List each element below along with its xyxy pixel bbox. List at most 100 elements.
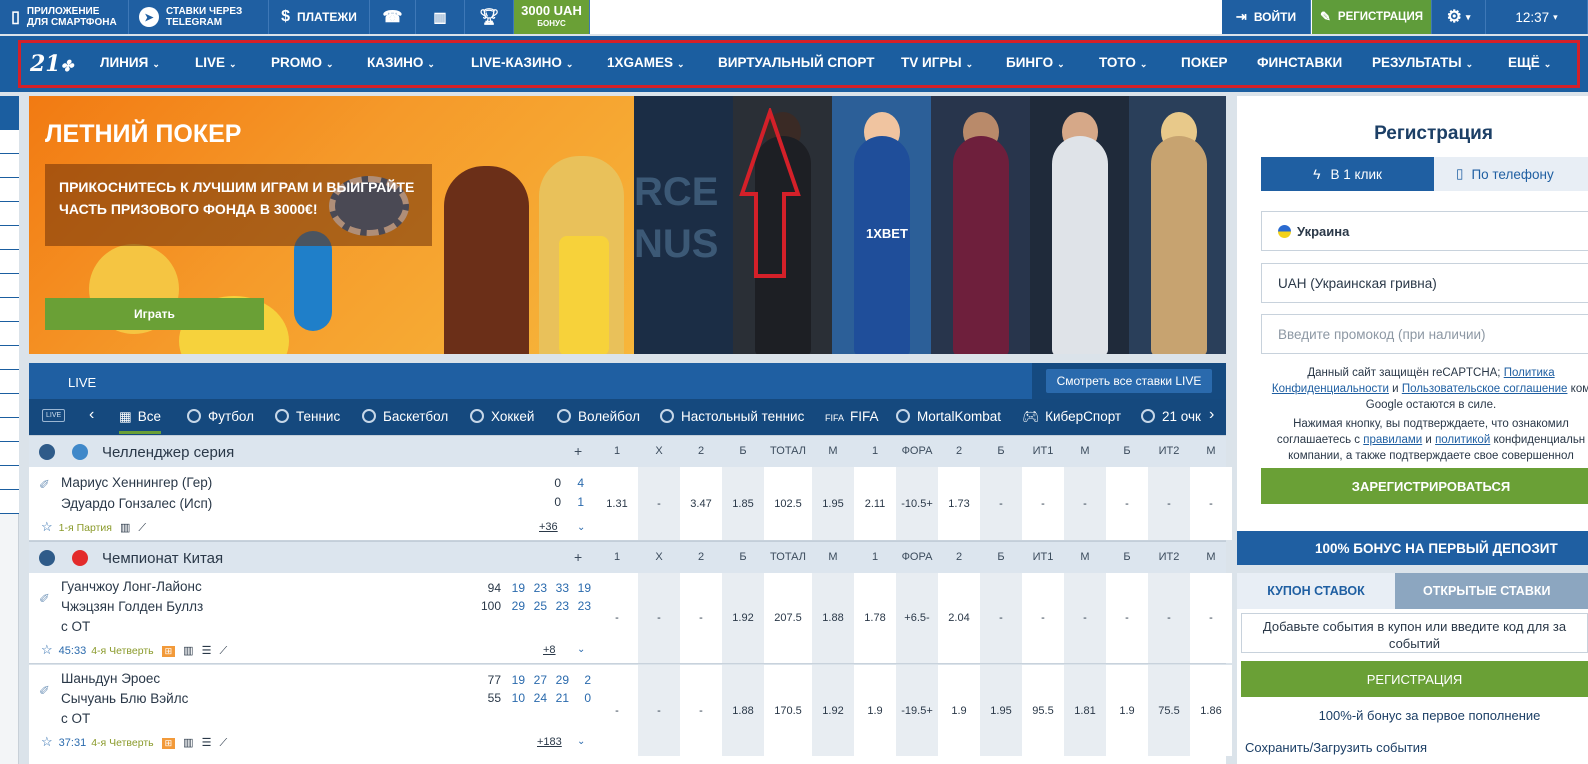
- championship-header[interactable]: Челленджер серия + 1 X 2 Б ТОТАЛ М 1 ФОР…: [29, 435, 1226, 467]
- nav-item-poker[interactable]: Покер: [1181, 55, 1227, 70]
- list-icon[interactable]: ☰: [202, 644, 212, 657]
- odd-cell[interactable]: -10.5+: [896, 467, 938, 540]
- field-icon[interactable]: ⊞: [161, 646, 176, 657]
- nav-item-fin-bets[interactable]: Финставки: [1257, 55, 1342, 70]
- trophy-button[interactable]: 🏆︎: [465, 0, 514, 34]
- odd-cell[interactable]: 1.86: [1190, 665, 1232, 756]
- odd-cell[interactable]: -: [980, 467, 1022, 540]
- stats-icon[interactable]: ▥: [120, 521, 130, 534]
- play-button[interactable]: Играть: [45, 298, 264, 330]
- rail-item[interactable]: [0, 370, 19, 394]
- odd-cell[interactable]: 1.88: [812, 573, 854, 663]
- chart-icon[interactable]: ⟋: [219, 645, 227, 658]
- odd-cell[interactable]: -: [1148, 467, 1190, 540]
- odd-cell[interactable]: 1.81: [1064, 665, 1106, 756]
- nav-item-results[interactable]: Результаты ⌄: [1372, 55, 1473, 70]
- chart-icon[interactable]: ⟋: [138, 522, 146, 535]
- country-select[interactable]: Украина: [1261, 211, 1588, 251]
- odd-cell[interactable]: 1.9: [854, 665, 896, 756]
- privacy-policy-link[interactable]: Политика: [1504, 367, 1555, 379]
- odd-cell[interactable]: -: [1064, 573, 1106, 663]
- nav-item-bingo[interactable]: Бинго ⌄: [1006, 55, 1065, 70]
- rail-item[interactable]: [0, 394, 19, 418]
- odd-cell[interactable]: 1.88: [722, 665, 764, 756]
- app-download-button[interactable]: ▯ Приложение для смартфона: [0, 0, 129, 34]
- odd-cell[interactable]: -: [596, 665, 638, 756]
- rail-item[interactable]: [0, 274, 19, 298]
- pin-icon[interactable]: ✐: [39, 683, 51, 698]
- odd-cell[interactable]: 1.78: [854, 573, 896, 663]
- payments-button[interactable]: $ Платежи: [269, 0, 370, 34]
- banner-thumb-football[interactable]: [931, 96, 1030, 354]
- odd-cell[interactable]: -: [1022, 573, 1064, 663]
- nav-item-live[interactable]: Live ⌄: [195, 55, 237, 70]
- sport-tab-volleyball[interactable]: Волейбол: [557, 409, 640, 424]
- rules-link[interactable]: правилами: [1363, 434, 1422, 446]
- tab-by-phone[interactable]: ▯ По телефону: [1434, 157, 1588, 191]
- odd-cell[interactable]: -: [980, 573, 1022, 663]
- more-bets-link[interactable]: +36: [539, 521, 558, 533]
- field-icon[interactable]: ⊞: [161, 738, 176, 749]
- match-row[interactable]: ✐ Гуанчжоу Лонг-Лайонс Чжэцзян Голден Бу…: [29, 573, 1232, 664]
- odd-cell[interactable]: 102.5: [764, 467, 812, 540]
- site-logo[interactable]: 21✤: [30, 51, 73, 77]
- rail-item[interactable]: [0, 418, 19, 442]
- submit-registration-button[interactable]: Зарегистрироваться: [1261, 468, 1588, 504]
- sport-tab-all[interactable]: ▦ Все: [119, 409, 162, 434]
- sport-tab-esports[interactable]: 🎮︎ КиберСпорт: [1022, 409, 1121, 425]
- list-icon[interactable]: ☰: [202, 736, 212, 749]
- phone-button[interactable]: ☎: [370, 0, 416, 34]
- nav-item-live-casino[interactable]: Live-казино ⌄: [471, 55, 573, 70]
- odd-cell[interactable]: 75.5: [1148, 665, 1190, 756]
- privacy-link[interactable]: Конфиденциальности: [1272, 383, 1389, 395]
- odd-cell[interactable]: 1.9: [1106, 665, 1148, 756]
- nav-item-virtual-sport[interactable]: Виртуальный спорт: [718, 55, 874, 70]
- scroll-right-icon[interactable]: ›: [1209, 406, 1214, 424]
- currency-select[interactable]: UAH (Украинская гривна): [1261, 263, 1588, 303]
- odd-cell[interactable]: 1.92: [812, 665, 854, 756]
- pin-icon[interactable]: ✐: [39, 477, 51, 492]
- nav-item-line[interactable]: Линия ⌄: [100, 55, 160, 70]
- banner-thumb-bonus[interactable]: RCE NUS: [634, 96, 733, 354]
- nav-item-more[interactable]: Ещё ⌄: [1508, 55, 1551, 70]
- rail-item[interactable]: [0, 250, 19, 274]
- odd-cell[interactable]: 207.5: [764, 573, 812, 663]
- tab-bet-slip[interactable]: Купон ставок: [1237, 573, 1395, 609]
- pin-icon[interactable]: ✐: [39, 591, 51, 606]
- sport-tab-fifa[interactable]: FIFA FIFA: [825, 409, 879, 424]
- nav-item-casino[interactable]: Казино ⌄: [367, 55, 435, 70]
- odd-cell[interactable]: 3.47: [680, 467, 722, 540]
- odd-cell[interactable]: -: [680, 573, 722, 663]
- scroll-left-icon[interactable]: ‹: [89, 406, 94, 424]
- sport-tab-basketball[interactable]: Баскетбол: [362, 409, 448, 424]
- odd-cell[interactable]: -: [638, 467, 680, 540]
- banner-thumb-esports[interactable]: [1030, 96, 1129, 354]
- clock-button[interactable]: 12:37 ▾: [1486, 0, 1588, 34]
- star-icon[interactable]: ☆: [41, 519, 53, 534]
- coupon-register-button[interactable]: Регистрация: [1241, 661, 1588, 697]
- odd-cell[interactable]: 1.85: [722, 467, 764, 540]
- rail-item[interactable]: [0, 226, 19, 250]
- more-bets-link[interactable]: +183: [537, 736, 562, 748]
- settings-button[interactable]: ⚙ ▾: [1432, 0, 1486, 34]
- sport-tab-football[interactable]: Футбол: [187, 409, 254, 424]
- odd-cell[interactable]: 1.9: [938, 665, 980, 756]
- nav-item-promo[interactable]: Promo ⌄: [271, 55, 334, 70]
- odd-cell[interactable]: -: [1190, 573, 1232, 663]
- promo-banner[interactable]: Летний покер Прикоснитесь к лучшим играм…: [29, 96, 634, 354]
- banner-thumb-blonde[interactable]: [1129, 96, 1226, 354]
- nav-item-1xgames[interactable]: 1xGames ⌄: [607, 55, 685, 70]
- rail-item[interactable]: [0, 298, 19, 322]
- odd-cell[interactable]: -: [1106, 573, 1148, 663]
- stats-icon[interactable]: ▥: [183, 736, 193, 749]
- see-all-live-button[interactable]: Смотреть все ставки LIVE: [1032, 363, 1226, 399]
- rail-item[interactable]: [0, 466, 19, 490]
- odd-cell[interactable]: 2.04: [938, 573, 980, 663]
- tab-one-click[interactable]: ϟ В 1 клик: [1261, 157, 1434, 191]
- odd-cell[interactable]: +6.5-: [896, 573, 938, 663]
- stats-icon[interactable]: ▥: [183, 644, 193, 657]
- odd-cell[interactable]: 170.5: [764, 665, 812, 756]
- odd-cell[interactable]: -: [596, 573, 638, 663]
- sport-tab-mortalkombat[interactable]: MortalKombat: [896, 409, 1001, 424]
- odd-cell[interactable]: 1.92: [722, 573, 764, 663]
